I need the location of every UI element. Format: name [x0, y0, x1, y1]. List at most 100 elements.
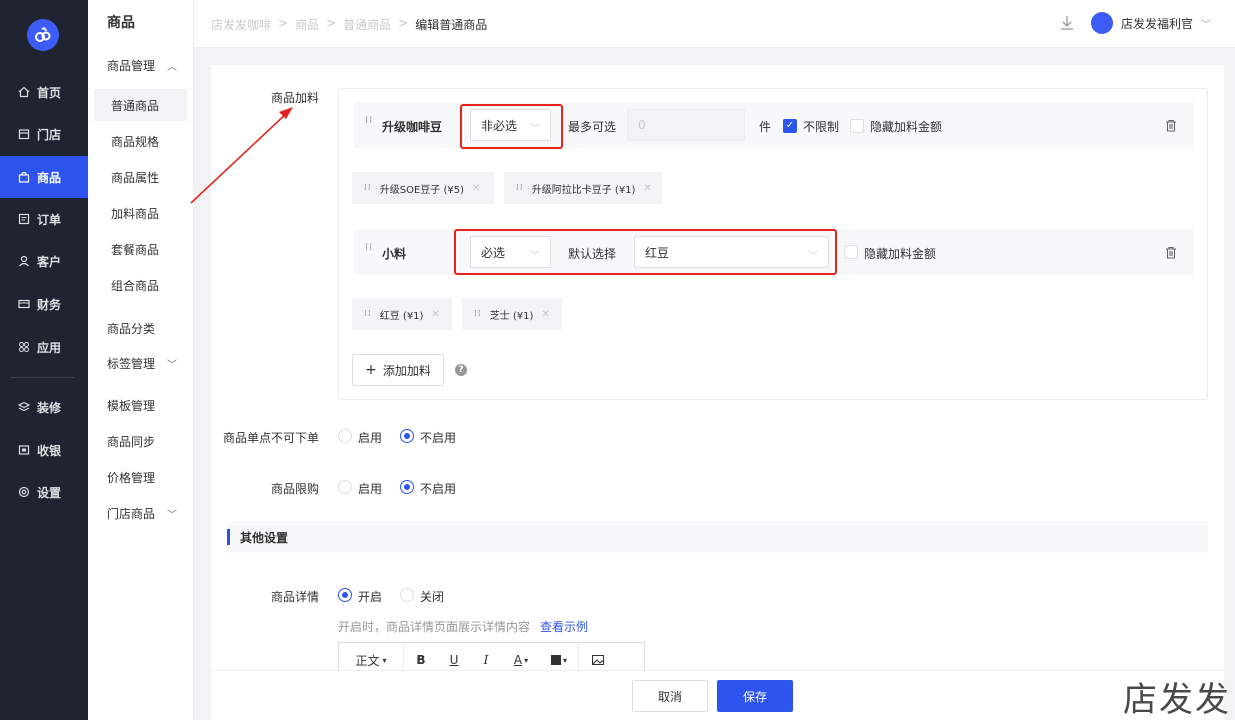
main-nav: 首页 门店 商品 订单 客户 财务 应用 装修 收银 设置 [0, 0, 88, 720]
limit-label: 商品限购 [270, 482, 319, 496]
unit-label: 件 [759, 120, 772, 134]
unlimited-checkbox[interactable]: ✓ [783, 119, 797, 133]
hide-price-label: 隐藏加料金额 [864, 247, 937, 261]
single-no-order-on-radio[interactable] [338, 429, 352, 443]
drag-handle-icon[interactable]: ⁞⁞ [365, 116, 373, 131]
user-icon [17, 254, 31, 268]
subnav-template[interactable]: 模板管理 [107, 397, 155, 414]
drag-handle-icon[interactable]: ⁞⁞ [365, 243, 373, 258]
annotation-arrow-icon [190, 107, 293, 204]
subnav-sync[interactable]: 商品同步 [107, 433, 155, 450]
max-count-input[interactable]: 0 [627, 109, 745, 141]
breadcrumb-separator: > [278, 16, 289, 30]
watermark: 店发发 [1123, 680, 1231, 720]
limit-off-radio[interactable] [400, 480, 414, 494]
nav-item-customer[interactable]: 客户 [0, 240, 88, 282]
caret-down-icon: ▾ [382, 655, 387, 665]
subnav-category[interactable]: 商品分类 [107, 320, 155, 337]
subnav-store-goods[interactable]: 门店商品 ﹀ [107, 505, 177, 522]
view-example-link[interactable]: 查看示例 [540, 620, 588, 634]
top-bar: 店发发咖啡 > 商品 > 普通商品 > 编辑普通商品 店发发福利官 ﹀ [194, 0, 1235, 48]
font-color-button[interactable]: A ▾ [502, 653, 540, 667]
caret-down-icon: ▾ [562, 655, 567, 665]
detail-on-radio[interactable] [338, 588, 352, 602]
image-icon[interactable] [579, 655, 617, 665]
subnav-item-addon[interactable]: 加料商品 [94, 197, 187, 229]
close-icon[interactable]: ✕ [472, 183, 480, 194]
subnav-item-attr[interactable]: 商品属性 [94, 161, 187, 193]
addon-tag[interactable]: ⁞⁞ 升级SOE豆子 (¥5) ✕ [352, 172, 494, 204]
delete-icon[interactable] [1165, 246, 1177, 259]
hide-price-label: 隐藏加料金额 [870, 120, 943, 134]
save-button[interactable]: 保存 [717, 680, 793, 712]
subnav-tag-manage[interactable]: 标签管理 ﹀ [107, 355, 177, 372]
nav-item-goods[interactable]: 商品 [0, 156, 88, 198]
nav-item-apps[interactable]: 应用 [0, 326, 88, 368]
radio-label: 开启 [358, 590, 383, 604]
user-menu[interactable]: 店发发福利官 ﹀ [1090, 12, 1211, 34]
single-no-order-off-radio[interactable] [400, 429, 414, 443]
breadcrumb-separator: > [326, 16, 337, 30]
highlight-icon [550, 655, 561, 665]
close-icon[interactable]: ✕ [431, 309, 439, 320]
nav-item-decorate[interactable]: 装修 [0, 386, 88, 428]
subnav-price[interactable]: 价格管理 [107, 469, 155, 486]
nav-item-settings[interactable]: 设置 [0, 471, 88, 513]
bg-color-button[interactable]: ▾ [540, 655, 578, 665]
subnav-item-combo[interactable]: 套餐商品 [94, 233, 187, 265]
subnav-title: 商品 [107, 15, 135, 31]
other-settings-header: 其他设置 [227, 521, 1208, 553]
download-icon[interactable] [1059, 14, 1075, 32]
bag-icon [17, 170, 31, 184]
app-logo[interactable] [27, 19, 59, 51]
close-icon[interactable]: ✕ [541, 309, 549, 320]
nav-item-finance[interactable]: 财务 [0, 283, 88, 325]
delete-icon[interactable] [1165, 119, 1177, 132]
hide-price-checkbox[interactable] [850, 119, 864, 133]
nav-item-order[interactable]: 订单 [0, 198, 88, 240]
nav-item-cashier[interactable]: 收银 [0, 429, 88, 471]
subnav-item-spec[interactable]: 商品规格 [94, 125, 187, 157]
nav-item-home[interactable]: 首页 [0, 71, 88, 113]
drag-handle-icon: ⁞⁞ [474, 309, 482, 319]
subnav-item-group[interactable]: 组合商品 [94, 269, 187, 301]
add-addon-button[interactable]: + 添加加料 [352, 354, 444, 386]
cancel-button[interactable]: 取消 [632, 680, 708, 712]
drag-handle-icon: ⁞⁞ [364, 183, 372, 193]
bold-button[interactable]: B [404, 653, 438, 667]
limit-on-radio[interactable] [338, 480, 352, 494]
settings-icon [17, 485, 31, 499]
addon-row-title: 小料 [382, 247, 407, 261]
close-icon[interactable]: ✕ [643, 183, 651, 194]
cashier-icon [17, 443, 31, 457]
breadcrumb-separator: > [398, 16, 409, 30]
nav-item-store[interactable]: 门店 [0, 113, 88, 155]
breadcrumb-item[interactable]: 普通商品 [343, 16, 391, 33]
detail-hint: 开启时，商品详情页面展示详情内容 查看示例 [338, 620, 589, 634]
italic-button[interactable]: I [470, 653, 502, 667]
subnav-group-manage[interactable]: 商品管理 ︿ [107, 57, 177, 74]
store-icon [17, 127, 31, 141]
subnav-item-normal-goods[interactable]: 普通商品 [94, 89, 187, 121]
radio-label: 启用 [358, 431, 383, 445]
addon-tag[interactable]: ⁞⁞ 升级阿拉比卡豆子 (¥1) ✕ [504, 172, 662, 204]
underline-button[interactable]: U [438, 653, 470, 667]
breadcrumb: 店发发咖啡 > 商品 > 普通商品 > 编辑普通商品 [211, 16, 487, 33]
breadcrumb-current: 编辑普通商品 [415, 18, 488, 32]
sub-nav: 商品 商品管理 ︿ 普通商品 商品规格 商品属性 加料商品 套餐商品 组合商品 商… [88, 0, 194, 720]
single-no-order-label: 商品单点不可下单 [222, 431, 319, 445]
addon-tag[interactable]: ⁞⁞ 红豆 (¥1) ✕ [352, 298, 452, 330]
radio-label: 启用 [358, 482, 383, 496]
shop-name: 店发发福利官 [1120, 16, 1193, 31]
avatar [1090, 12, 1113, 34]
section-accent-bar [227, 529, 230, 545]
text-style-select[interactable]: 正文 ▾ [339, 652, 403, 669]
help-icon[interactable]: ? [455, 364, 467, 376]
breadcrumb-item[interactable]: 商品 [295, 16, 319, 33]
chevron-up-icon: ︿ [167, 62, 178, 73]
breadcrumb-item[interactable]: 店发发咖啡 [211, 16, 271, 33]
addon-tag[interactable]: ⁞⁞ 芝士 (¥1) ✕ [462, 298, 562, 330]
hide-price-checkbox[interactable] [844, 245, 858, 259]
radio-label: 不启用 [420, 482, 457, 496]
detail-off-radio[interactable] [400, 588, 414, 602]
